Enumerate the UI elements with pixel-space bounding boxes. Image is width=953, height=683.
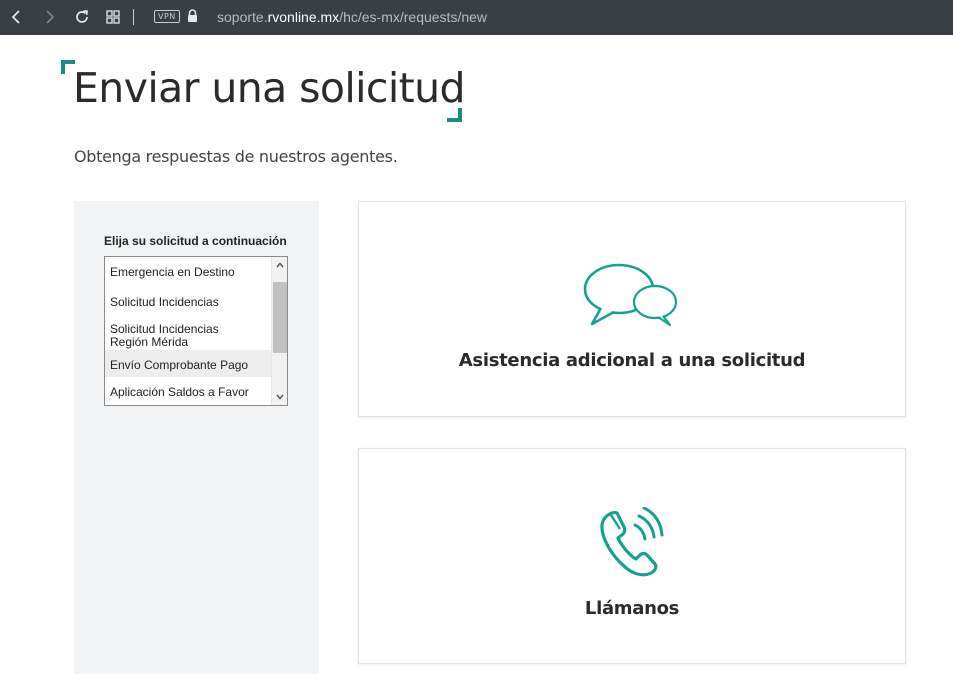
page-title: Enviar una solicitud bbox=[73, 64, 466, 112]
assistance-card-label: Asistencia adicional a una solicitud bbox=[458, 350, 806, 371]
request-type-listbox[interactable]: Emergencia en Destino Solicitud Incidenc… bbox=[104, 256, 288, 406]
browser-toolbar: VPN soporte.rvonline.mx/hc/es-mx/request… bbox=[0, 0, 953, 35]
lock-icon bbox=[188, 9, 197, 22]
vpn-badge[interactable]: VPN bbox=[154, 10, 180, 23]
phone-ringing-icon bbox=[600, 507, 664, 577]
chevron-right-icon bbox=[46, 10, 55, 24]
option-emergencia-destino[interactable]: Emergencia en Destino bbox=[105, 257, 271, 287]
listbox-options: Emergencia en Destino Solicitud Incidenc… bbox=[105, 257, 271, 404]
address-bar[interactable]: soporte.rvonline.mx/hc/es-mx/requests/ne… bbox=[217, 9, 487, 25]
url-prefix: soporte. bbox=[217, 9, 268, 25]
tabs-grid-button[interactable] bbox=[100, 4, 126, 30]
grid-icon bbox=[106, 10, 120, 24]
scroll-up-button[interactable] bbox=[272, 257, 287, 273]
request-type-panel: Elija su solicitud a continuación Emerge… bbox=[74, 201, 319, 674]
card-icon-wrap bbox=[359, 262, 905, 328]
assistance-card[interactable]: Asistencia adicional a una solicitud bbox=[358, 201, 906, 417]
call-us-card-label: Llámanos bbox=[584, 598, 680, 619]
chat-bubbles-icon bbox=[583, 263, 678, 327]
reload-icon bbox=[76, 10, 88, 23]
card-icon-wrap bbox=[359, 507, 905, 579]
option-aplicacion-saldos-favor[interactable]: Aplicación Saldos a Favor bbox=[105, 377, 271, 404]
scrollbar-thumb[interactable] bbox=[273, 282, 287, 353]
chevron-left-icon bbox=[11, 10, 20, 24]
option-envio-comprobante-pago[interactable]: Envío Comprobante Pago bbox=[105, 350, 271, 377]
call-us-card[interactable]: Llámanos bbox=[358, 448, 906, 664]
back-button[interactable] bbox=[4, 4, 30, 30]
caret-up-icon bbox=[275, 262, 284, 268]
listbox-scrollbar[interactable] bbox=[271, 257, 287, 405]
caret-down-icon bbox=[275, 394, 284, 400]
reload-button[interactable] bbox=[69, 4, 95, 30]
scroll-down-button[interactable] bbox=[272, 389, 287, 405]
option-solicitud-incidencias[interactable]: Solicitud Incidencias bbox=[105, 287, 271, 314]
url-domain: rvonline.mx bbox=[267, 9, 340, 25]
request-type-label: Elija su solicitud a continuación bbox=[104, 234, 287, 248]
page-subtitle: Obtenga respuestas de nuestros agentes. bbox=[74, 147, 398, 166]
page-title-block: Enviar una solicitud bbox=[60, 60, 466, 124]
url-path: /hc/es-mx/requests/new bbox=[339, 9, 488, 25]
option-solicitud-incidencias-merida[interactable]: Solicitud Incidencias Región Mérida bbox=[105, 314, 271, 350]
title-bracket-bottom-right bbox=[447, 108, 462, 122]
toolbar-divider bbox=[133, 9, 134, 25]
forward-button[interactable] bbox=[36, 4, 62, 30]
